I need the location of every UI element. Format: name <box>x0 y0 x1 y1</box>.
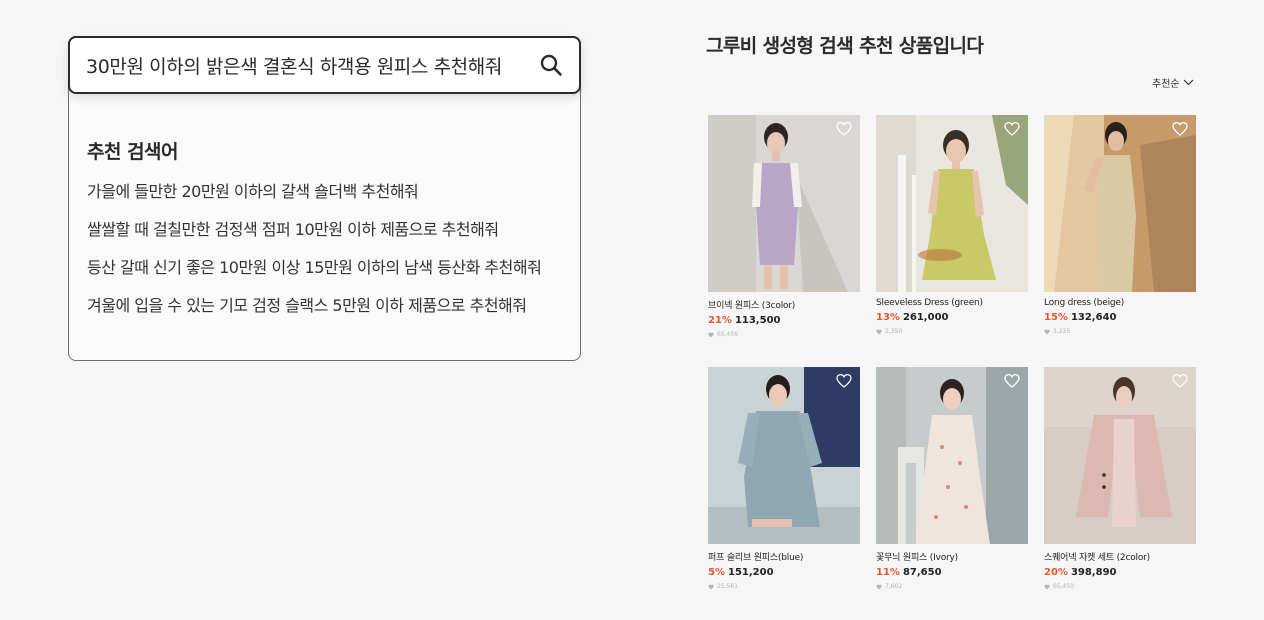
product-image[interactable] <box>876 367 1028 544</box>
price-row: 21% 113,500 <box>708 315 860 326</box>
product-price: 261,000 <box>902 312 949 323</box>
product-price: 113,500 <box>734 315 781 326</box>
price-row: 13% 261,000 <box>876 312 1028 323</box>
suggestion-item[interactable]: 가을에 들만한 20만원 이하의 갈색 숄더백 추천해줘 <box>87 178 541 216</box>
price-row: 20% 398,890 <box>1044 567 1196 578</box>
product-price: 132,640 <box>1070 312 1117 323</box>
likes-count: 65,456 <box>708 331 860 338</box>
likes-count: 65,450 <box>1044 583 1196 590</box>
price-row: 11% 87,650 <box>876 567 1028 578</box>
suggestions-title: 추천 검색어 <box>87 141 179 163</box>
product-image[interactable] <box>708 367 860 544</box>
product-grid: 브이넥 원피스 (3color) 21% 113,500 65,456 Slee… <box>708 115 1196 595</box>
heart-icon[interactable] <box>836 373 852 389</box>
product-card[interactable]: 퍼프 슬리브 원피스(blue) 5% 151,200 25,561 <box>708 367 860 595</box>
search-button[interactable] <box>537 51 565 79</box>
product-card[interactable]: Sleeveless Dress (green) 13% 261,000 2,35… <box>876 115 1028 343</box>
discount-rate: 5% <box>708 567 725 578</box>
sort-dropdown[interactable]: 추천순 <box>1152 75 1194 90</box>
product-price: 87,650 <box>902 567 942 578</box>
product-price: 398,890 <box>1070 567 1117 578</box>
suggestion-list: 가을에 들만한 20만원 이하의 갈색 숄더백 추천해줘 쌀쌀할 때 걸칠만한 … <box>87 178 542 330</box>
product-card[interactable]: Long dress (beige) 15% 132,640 3,235 <box>1044 115 1196 343</box>
price-row: 15% 132,640 <box>1044 312 1196 323</box>
discount-rate: 11% <box>876 567 900 578</box>
product-name[interactable]: 브이넥 원피스 (3color) <box>708 298 860 311</box>
likes-count: 3,235 <box>1044 328 1196 335</box>
product-name[interactable]: 퍼프 슬리브 원피스(blue) <box>708 550 860 563</box>
discount-rate: 13% <box>876 312 900 323</box>
search-panel: 추천 검색어 가을에 들만한 20만원 이하의 갈색 숄더백 추천해줘 쌀쌀할 … <box>68 36 581 361</box>
discount-rate: 21% <box>708 315 732 326</box>
chevron-down-icon <box>1183 79 1194 86</box>
heart-filled-icon <box>876 329 882 334</box>
product-price: 151,200 <box>727 567 774 578</box>
heart-filled-icon <box>708 584 714 589</box>
likes-value: 25,561 <box>717 583 738 590</box>
suggestion-item[interactable]: 겨울에 입을 수 있는 기모 검정 슬랙스 5만원 이하 제품으로 추천해줘 <box>87 292 541 330</box>
heart-icon[interactable] <box>1172 373 1188 389</box>
search-box[interactable] <box>68 36 581 94</box>
likes-value: 65,450 <box>1053 583 1074 590</box>
likes-value: 7,602 <box>885 583 903 590</box>
likes-count: 2,350 <box>876 328 1028 335</box>
heart-filled-icon <box>1044 329 1050 334</box>
results-title: 그루비 생성형 검색 추천 상품입니다 <box>706 35 984 57</box>
heart-filled-icon <box>708 332 714 337</box>
search-icon <box>540 54 562 76</box>
likes-value: 3,235 <box>1053 328 1071 335</box>
heart-icon[interactable] <box>836 121 852 137</box>
price-row: 5% 151,200 <box>708 567 860 578</box>
suggestion-item[interactable]: 등산 갈때 신기 좋은 10만원 이상 15만원 이하의 남색 등산화 추천해줘 <box>87 254 542 292</box>
product-name[interactable]: Sleeveless Dress (green) <box>876 298 1028 308</box>
likes-count: 25,561 <box>708 583 860 590</box>
product-card[interactable]: 브이넥 원피스 (3color) 21% 113,500 65,456 <box>708 115 860 343</box>
likes-value: 2,350 <box>885 328 903 335</box>
product-card[interactable]: 꽃무늬 원피스 (Ivory) 11% 87,650 7,602 <box>876 367 1028 595</box>
product-name[interactable]: Long dress (beige) <box>1044 298 1196 308</box>
heart-icon[interactable] <box>1004 373 1020 389</box>
heart-filled-icon <box>876 584 882 589</box>
likes-value: 65,456 <box>717 331 738 338</box>
heart-icon[interactable] <box>1172 121 1188 137</box>
suggestion-item[interactable]: 쌀쌀할 때 걸칠만한 검정색 점퍼 10만원 이하 제품으로 추천해줘 <box>87 216 541 254</box>
discount-rate: 20% <box>1044 567 1068 578</box>
product-image[interactable] <box>876 115 1028 292</box>
sort-label: 추천순 <box>1152 79 1180 90</box>
product-card[interactable]: 스퀘어넥 자켓 세트 (2color) 20% 398,890 65,450 <box>1044 367 1196 595</box>
product-image[interactable] <box>708 115 860 292</box>
likes-count: 7,602 <box>876 583 1028 590</box>
search-input[interactable] <box>86 54 537 76</box>
product-name[interactable]: 스퀘어넥 자켓 세트 (2color) <box>1044 550 1196 563</box>
product-image[interactable] <box>1044 115 1196 292</box>
product-image[interactable] <box>1044 367 1196 544</box>
heart-filled-icon <box>1044 584 1050 589</box>
product-name[interactable]: 꽃무늬 원피스 (Ivory) <box>876 550 1028 563</box>
discount-rate: 15% <box>1044 312 1068 323</box>
heart-icon[interactable] <box>1004 121 1020 137</box>
